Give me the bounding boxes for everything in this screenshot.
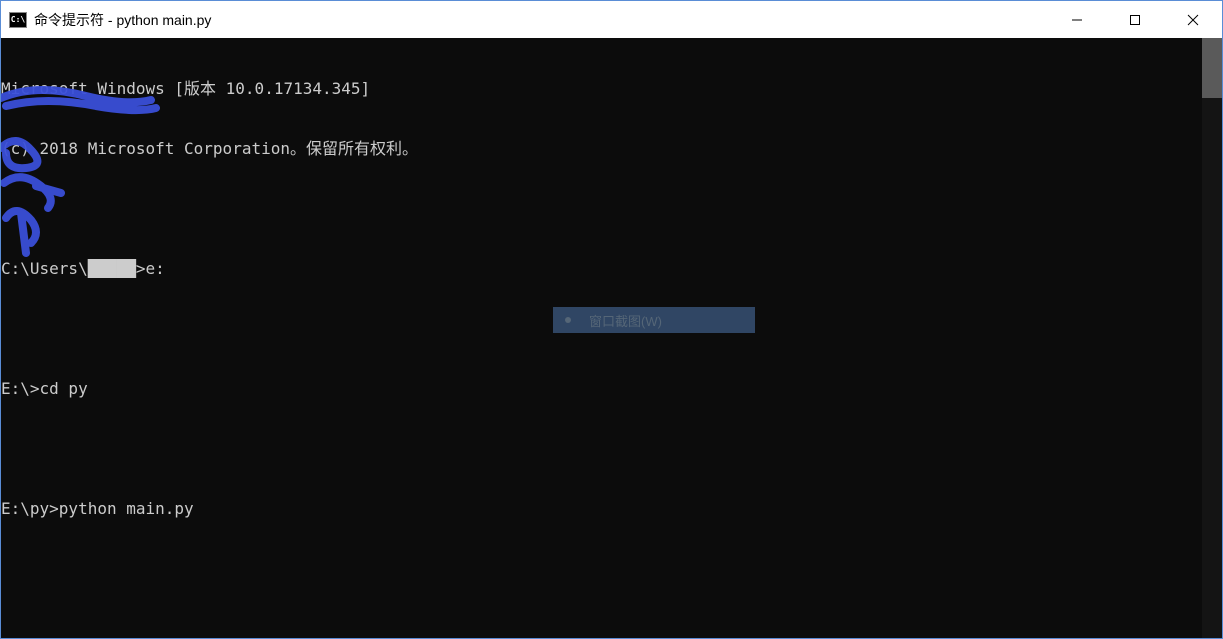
terminal[interactable]: Microsoft Windows [版本 10.0.17134.345] (c… <box>1 38 1222 638</box>
terminal-line <box>1 559 1202 579</box>
cmd-window: C:\ 命令提示符 - python main.py Microsoft Win… <box>0 0 1223 639</box>
terminal-line: C:\Users\█████>e: <box>1 259 1202 279</box>
cmd-icon: C:\ <box>9 12 27 28</box>
minimize-button[interactable] <box>1048 1 1106 38</box>
terminal-line: E:\py>python main.py <box>1 499 1202 519</box>
terminal-line <box>1 199 1202 219</box>
scrollbar-thumb[interactable] <box>1202 38 1222 98</box>
terminal-line: Microsoft Windows [版本 10.0.17134.345] <box>1 79 1202 99</box>
window-title: 命令提示符 - python main.py <box>34 10 211 30</box>
tooltip-dot-icon <box>565 317 571 323</box>
window-controls <box>1048 1 1222 38</box>
tooltip-text: 窗口截图(W) <box>589 311 662 330</box>
titlebar[interactable]: C:\ 命令提示符 - python main.py <box>1 1 1222 38</box>
terminal-line: E:\>cd py <box>1 379 1202 399</box>
terminal-output: Microsoft Windows [版本 10.0.17134.345] (c… <box>1 38 1202 638</box>
close-button[interactable] <box>1164 1 1222 38</box>
screenshot-tooltip: 窗口截图(W) <box>553 307 755 333</box>
terminal-line <box>1 439 1202 459</box>
terminal-line: (c) 2018 Microsoft Corporation。保留所有权利。 <box>1 139 1202 159</box>
vertical-scrollbar[interactable] <box>1202 38 1222 638</box>
maximize-button[interactable] <box>1106 1 1164 38</box>
